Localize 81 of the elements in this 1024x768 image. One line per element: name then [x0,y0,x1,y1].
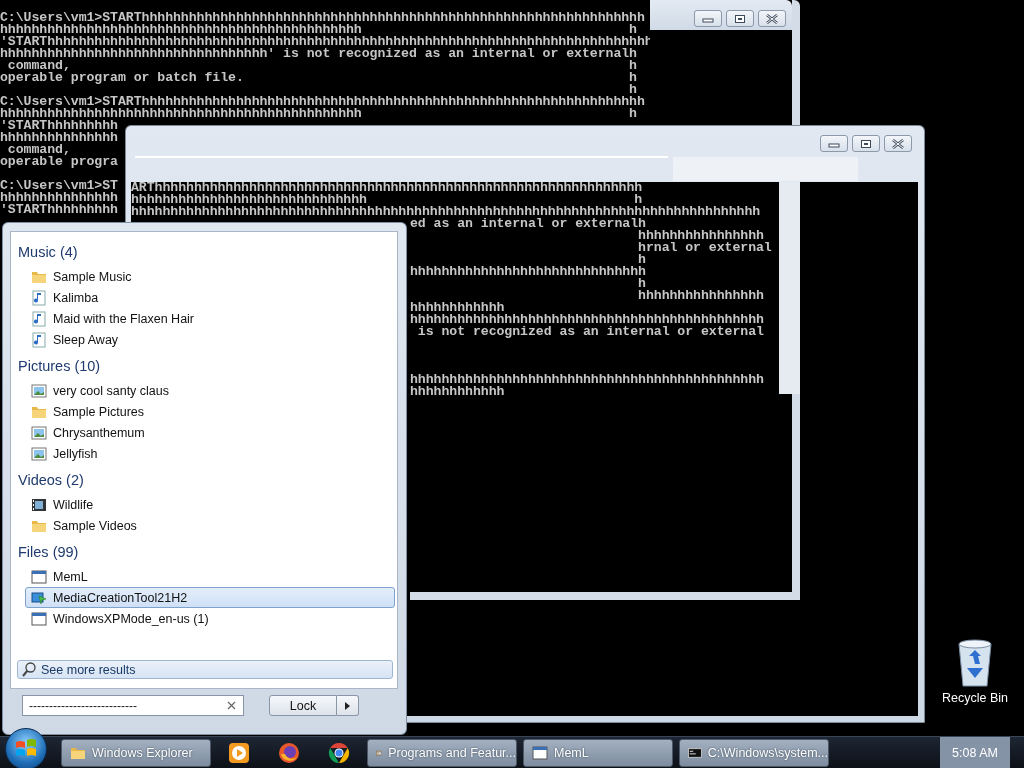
result-item[interactable]: Maid with the Flaxen Hair [25,308,395,329]
console-line: h [637,278,646,290]
close-button[interactable] [884,135,912,152]
result-item[interactable]: Sleep Away [25,329,395,350]
image-icon [31,382,47,399]
image-icon [31,445,47,462]
see-more-results-link[interactable]: See more results [17,660,393,679]
result-item[interactable]: WindowsXPMode_en-us (1) [25,608,395,629]
console-line: hhhhhhhhhhhhhhh [0,192,118,204]
music-note-icon [31,289,47,306]
console-line: 'STARThhhhhhhhh [0,120,118,132]
result-item[interactable]: very cool santy claus [25,380,395,401]
console-line: hhhhhhhhhhhhhhh [0,132,118,144]
console-line: hhhhhhhhhhhhhhhhhhhhhhhhhhhhhhhhhhhhhhhhhhhhhhhhhhhhhhhhhhhhhhhhhhhhhhhhhhhhhhhh [131,206,761,218]
window-icon [31,610,47,627]
close-icon [891,138,905,149]
console-line: hhhhhhhhhhhhhhhhhhhhhhhhhhhhhhhhhhhhhhhhhhhhhh h [0,108,637,120]
console-line: hhhhhhhhhhhhhhhhhhhhhhhhhhhhhhhhhhhhhhhhhhhhhh h [0,24,637,36]
group-heading[interactable]: Pictures (10) [17,350,395,380]
result-item[interactable]: MediaCreationTool21H2 [25,587,395,608]
console-line: hhhhhhhhhhhhhhhhhhhhhhhhhhhhhh [410,266,646,278]
console-line: C:\Users\vm1>ST [0,180,118,192]
console-line: hhhhhhhhhhhhhhhh [637,290,764,302]
console-line: h [638,254,646,266]
maximize-icon [734,13,746,24]
console-line: hhhhhhhhhhhhhhhhhhhhhhhhhhhhhh h [131,194,643,206]
window-icon [532,744,548,761]
browser-icon [328,741,350,764]
result-item[interactable]: Sample Pictures [25,401,395,422]
console-line: command, [7,144,71,156]
result-item[interactable]: Jellyfish [25,443,395,464]
console-line: ARThhhhhhhhhhhhhhhhhhhhhhhhhhhhhhhhhhhhhhhhhhhhhhhhhhhhhhhhhhhhhh [131,182,643,194]
group-heading[interactable]: Music (4) [17,236,395,266]
result-item[interactable]: MemL [25,566,395,587]
music-note-icon [31,331,47,348]
result-item[interactable]: Sample Videos [25,515,395,536]
console-line: hhhhhhhhhhhh [410,386,505,398]
maximize-button[interactable] [726,10,754,27]
console-line: 'STARThhhhhhhhh [0,204,118,216]
power-options-button[interactable] [337,695,359,716]
console-line: is not recognized as an internal or external [416,326,764,338]
search-icon [22,662,36,677]
close-icon [765,13,779,24]
scrollbar[interactable] [779,182,800,394]
flag-icon [15,738,37,759]
console-line: hhhhhhhhhhhhhhhhhhhhhhhhhhhhhhhhhhhhhhhhhhhhh [410,374,764,386]
window-icon [31,568,47,585]
console-line: 'STARThhhhhhhhhhhhhhhhhhhhhhhhhhhhhhhhhhhhhhhhhhhhhhhhhhhhhhhhhhhhhhhhhhhhhhhhhhhhh [0,36,653,48]
lock-button[interactable]: Lock [269,695,337,716]
search-field[interactable]: --------------------------- [22,695,244,716]
console-line: operable progra [0,156,118,168]
console-line: hhhhhhhhhhhhhhhhhhhhhhhhhhhhhhhhhh' is not recognized as an internal or externalh [0,48,637,60]
maximize-button[interactable] [852,135,880,152]
recycle-bin-icon[interactable] [955,636,995,688]
console-line: command, h [7,60,637,72]
group-heading[interactable]: Files (99) [17,536,395,566]
console-line: hhhhhhhhhhhh [410,302,505,314]
result-item[interactable]: Wildlife [25,494,395,515]
clear-icon[interactable] [227,701,236,710]
icon-label[interactable]: Recycle Bin [942,691,1008,705]
console-line: hhhhhhhhhhhhhhhhhhhhhhhhhhhhhhhhhhhhhhhhhhhhh [410,314,764,326]
console-line: hhhhhhhhhhhhhhhh [637,230,764,242]
group-heading[interactable]: Videos (2) [17,464,395,494]
console-line: C:\Users\vm1>STARThhhhhhhhhhhhhhhhhhhhhhhhhhhhhhhhhhhhhhhhhhhhhhhhhhhhhhhhhhhhhhhh [0,12,645,24]
maximize-icon [860,138,872,149]
result-item[interactable]: Chrysanthemum [25,422,395,443]
music-note-icon [31,310,47,327]
result-item[interactable]: Sample Music [25,266,395,287]
browser-icon [278,741,300,764]
console-line: C:\Users\vm1>STARThhhhhhhhhhhhhhhhhhhhhhhhhhhhhhhhhhhhhhhhhhhhhhhhhhhhhhhhhhhhhhhh [0,96,645,108]
console-line: operable program or batch file. h [0,72,637,84]
image-icon [31,424,47,441]
play-icon [228,741,250,764]
close-button[interactable] [758,10,786,27]
console-line: hrnal or external [637,242,772,254]
console-line: ed as an internal or externalh [410,218,646,230]
result-item[interactable]: Kalimba [25,287,395,308]
console-line: h [629,84,637,96]
film-icon [31,496,47,513]
caret-icon [345,701,350,710]
installer-icon [31,589,47,606]
